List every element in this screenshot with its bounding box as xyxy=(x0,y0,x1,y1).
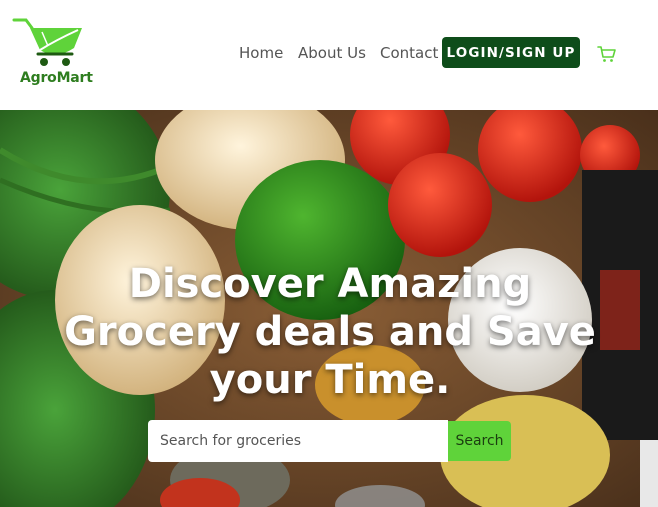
nav-contact-link[interactable]: Contact xyxy=(380,44,438,62)
login-signup-button[interactable]: LOGIN/SIGN UP xyxy=(442,37,580,68)
search-input[interactable] xyxy=(148,420,448,462)
cart-logo-icon xyxy=(12,18,82,66)
nav-home-link[interactable]: Home xyxy=(239,44,283,62)
site-header: AgroMart Home About Us Contact LOGIN/SIG… xyxy=(0,0,658,110)
search-button[interactable]: Search xyxy=(448,421,511,461)
brand-logo[interactable]: AgroMart xyxy=(10,14,102,92)
nav-contact-item[interactable]: Contact xyxy=(380,42,438,64)
hero-banner: Discover Amazing Grocery deals and Save … xyxy=(0,110,658,507)
brand-name: AgroMart xyxy=(20,70,93,86)
cart-icon[interactable] xyxy=(597,45,617,63)
nav-about-item[interactable]: About Us xyxy=(298,42,366,64)
hero-title: Discover Amazing Grocery deals and Save … xyxy=(64,261,596,403)
nav-about-link[interactable]: About Us xyxy=(298,44,366,62)
nav-home-item[interactable]: Home xyxy=(239,42,283,64)
